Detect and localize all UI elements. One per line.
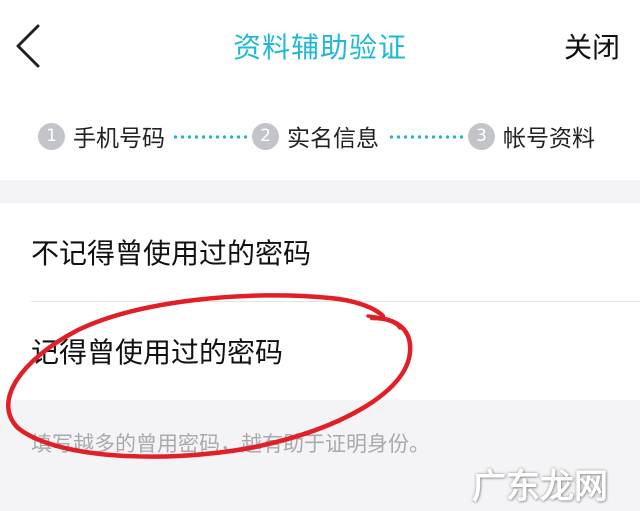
step-label-2: 实名信息 — [287, 126, 379, 152]
step-3: 3 帐号资料 — [468, 116, 595, 156]
close-button[interactable]: 关闭 — [564, 26, 620, 66]
step-label-1: 手机号码 — [73, 126, 165, 152]
step-connector-2 — [388, 135, 464, 139]
step-number-3: 3 — [468, 122, 495, 150]
step-number-1: 1 — [38, 122, 65, 150]
step-connector-1 — [172, 135, 248, 139]
watermark: 广东龙网 — [472, 467, 608, 507]
nav-header: 资料辅助验证 关闭 1 手机号码 2 实名信息 3 帐号资料 — [0, 0, 640, 180]
page-title: 资料辅助验证 — [232, 31, 407, 64]
option-remember-password[interactable]: 记得曾使用过的密码 — [0, 302, 640, 400]
step-1: 1 手机号码 — [38, 116, 165, 156]
hint-text: 填写越多的曾用密码，越有助于证明身份。 — [31, 432, 430, 456]
step-progress: 1 手机号码 2 实名信息 3 帐号资料 — [38, 116, 638, 156]
step-2: 2 实名信息 — [252, 116, 379, 156]
option-forgot-password[interactable]: 不记得曾使用过的密码 — [0, 203, 640, 301]
step-label-3: 帐号资料 — [503, 126, 595, 152]
step-number-2: 2 — [252, 122, 279, 150]
password-options-list: 不记得曾使用过的密码 记得曾使用过的密码 — [0, 203, 640, 400]
